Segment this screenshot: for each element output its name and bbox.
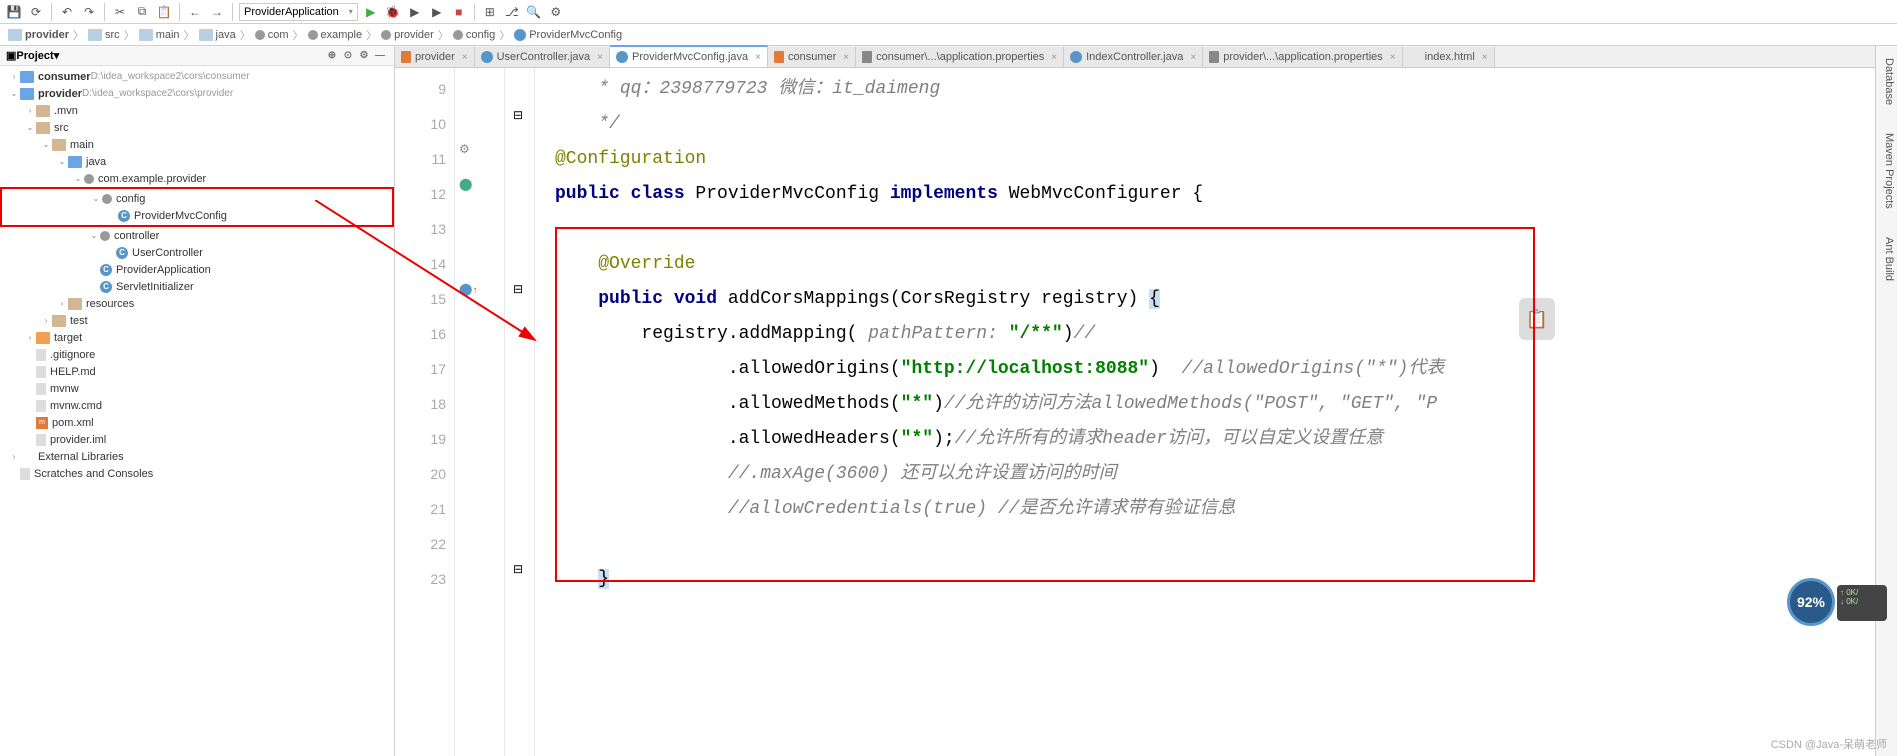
close-icon[interactable]: ×	[1482, 52, 1488, 63]
marker-gutter[interactable]: ⚙ ⬤ ⬤↑	[455, 68, 505, 756]
editor-tab[interactable]: consumer×	[768, 47, 856, 67]
tree-node[interactable]: provider.iml	[0, 431, 394, 448]
line-gutter[interactable]: 91011121314151617181920212223	[395, 68, 455, 756]
breadcrumb-item[interactable]: java	[199, 29, 236, 41]
editor-tab[interactable]: UserController.java×	[475, 47, 610, 67]
breadcrumb-bar: provider 〉 src 〉 main 〉 java 〉 com 〉 exa…	[0, 24, 1897, 46]
close-icon[interactable]: ×	[843, 52, 849, 63]
right-toolbar: Database Maven Projects Ant Build	[1875, 46, 1897, 756]
project-tab-icon[interactable]: ▣	[6, 49, 16, 62]
profile-icon[interactable]: ▶	[428, 3, 446, 21]
tree-node[interactable]: ›test	[0, 312, 394, 329]
sidebar-header: ▣ Project ▾ ⊕ ⊙ ⚙ —	[0, 46, 394, 66]
run-icon[interactable]: ▶	[362, 3, 380, 21]
tree-node[interactable]: Scratches and Consoles	[0, 465, 394, 482]
tree-node[interactable]: ⌄config	[2, 190, 392, 207]
stop-icon[interactable]: ■	[450, 3, 468, 21]
editor-tabs: provider×UserController.java×ProviderMvc…	[395, 46, 1875, 68]
editor-tab[interactable]: provider\...\application.properties×	[1203, 47, 1402, 67]
close-icon[interactable]: ×	[1190, 52, 1196, 63]
network-badge: 92%	[1787, 578, 1835, 626]
minimize-icon[interactable]: —	[372, 50, 388, 61]
close-icon[interactable]: ×	[755, 52, 761, 63]
structure-icon[interactable]: ⊞	[481, 3, 499, 21]
editor-tab[interactable]: index.html×	[1403, 47, 1495, 67]
cut-icon[interactable]: ✂	[111, 3, 129, 21]
tree-node[interactable]: ⌄provider D:\idea_workspace2\cors\provid…	[0, 85, 394, 102]
breadcrumb-item[interactable]: src	[88, 29, 120, 41]
fold-gutter[interactable]: ⊟ ⊟ ⊟	[505, 68, 535, 756]
coverage-icon[interactable]: ▶	[406, 3, 424, 21]
editor-tab[interactable]: consumer\...\application.properties×	[856, 47, 1064, 67]
editor-area: provider×UserController.java×ProviderMvc…	[395, 46, 1875, 756]
tree-node[interactable]: ⌄src	[0, 119, 394, 136]
code-content[interactable]: * qq：2398779723 微信：it_daimeng */@Configu…	[535, 68, 1875, 756]
main-toolbar: 💾 ⟳ ↶ ↷ ✂ ⧉ 📋 ← → ProviderApplication ▶ …	[0, 0, 1897, 24]
tree-node[interactable]: ›.mvn	[0, 102, 394, 119]
forward-icon[interactable]: →	[208, 3, 226, 21]
tree-node[interactable]: ⌄controller	[0, 227, 394, 244]
tree-node[interactable]: CProviderApplication	[0, 261, 394, 278]
sidebar-title[interactable]: Project	[16, 50, 53, 62]
maven-tab[interactable]: Maven Projects	[1876, 129, 1897, 213]
breadcrumb-item[interactable]: provider	[8, 29, 69, 41]
breadcrumb-item[interactable]: config	[453, 29, 495, 41]
search-icon[interactable]: 🔍	[525, 3, 543, 21]
save-icon[interactable]: 💾	[5, 3, 23, 21]
tree-node[interactable]: ›resources	[0, 295, 394, 312]
breadcrumb-item[interactable]: example	[308, 29, 363, 41]
tree-node[interactable]: mvnw.cmd	[0, 397, 394, 414]
close-icon[interactable]: ×	[597, 52, 603, 63]
tree-node[interactable]: ⌄com.example.provider	[0, 170, 394, 187]
hide-icon[interactable]: ⚙	[356, 50, 372, 61]
ant-tab[interactable]: Ant Build	[1876, 233, 1897, 285]
code-editor[interactable]: 91011121314151617181920212223 ⚙ ⬤ ⬤↑ ⊟ ⊟…	[395, 68, 1875, 756]
vcs-icon[interactable]: ⎇	[503, 3, 521, 21]
tree-node[interactable]: mvnw	[0, 380, 394, 397]
watermark: CSDN @Java-呆萌老师	[1771, 736, 1887, 752]
tree-node[interactable]: CUserController	[0, 244, 394, 261]
close-icon[interactable]: ×	[1390, 52, 1396, 63]
editor-tab[interactable]: provider×	[395, 47, 475, 67]
clipboard-icon: 📋	[1519, 298, 1555, 340]
editor-tab[interactable]: ProviderMvcConfig.java×	[610, 45, 768, 67]
breadcrumb-item[interactable]: ProviderMvcConfig	[514, 29, 622, 41]
settings-icon[interactable]: ⚙	[547, 3, 565, 21]
close-icon[interactable]: ×	[1051, 52, 1057, 63]
tree-node[interactable]: .gitignore	[0, 346, 394, 363]
tree-node[interactable]: ›target	[0, 329, 394, 346]
tree-node[interactable]: ⌄java	[0, 153, 394, 170]
redo-icon[interactable]: ↷	[80, 3, 98, 21]
project-tree[interactable]: ›consumer D:\idea_workspace2\cors\consum…	[0, 66, 394, 756]
tree-node[interactable]: ›consumer D:\idea_workspace2\cors\consum…	[0, 68, 394, 85]
back-icon[interactable]: ←	[186, 3, 204, 21]
locate-icon[interactable]: ⊙	[340, 50, 356, 61]
tree-node[interactable]: CProviderMvcConfig	[2, 207, 392, 224]
breadcrumb-item[interactable]: main	[139, 29, 180, 41]
project-sidebar: ▣ Project ▾ ⊕ ⊙ ⚙ — ›consumer D:\idea_wo…	[0, 46, 395, 756]
debug-icon[interactable]: 🐞	[384, 3, 402, 21]
network-info: ↑ 0K/↓ 0K/	[1837, 585, 1887, 621]
tree-node[interactable]: mpom.xml	[0, 414, 394, 431]
run-config-dropdown[interactable]: ProviderApplication	[239, 3, 358, 21]
undo-icon[interactable]: ↶	[58, 3, 76, 21]
tree-node[interactable]: CServletInitializer	[0, 278, 394, 295]
close-icon[interactable]: ×	[462, 52, 468, 63]
tree-node[interactable]: ›External Libraries	[0, 448, 394, 465]
copy-icon[interactable]: ⧉	[133, 3, 151, 21]
tree-node[interactable]: HELP.md	[0, 363, 394, 380]
tree-node[interactable]: ⌄main	[0, 136, 394, 153]
paste-icon[interactable]: 📋	[155, 3, 173, 21]
database-tab[interactable]: Database	[1876, 54, 1897, 109]
breadcrumb-item[interactable]: com	[255, 29, 289, 41]
sync-icon[interactable]: ⟳	[27, 3, 45, 21]
collapse-icon[interactable]: ⊕	[324, 50, 340, 61]
editor-tab[interactable]: IndexController.java×	[1064, 47, 1203, 67]
breadcrumb-item[interactable]: provider	[381, 29, 434, 41]
